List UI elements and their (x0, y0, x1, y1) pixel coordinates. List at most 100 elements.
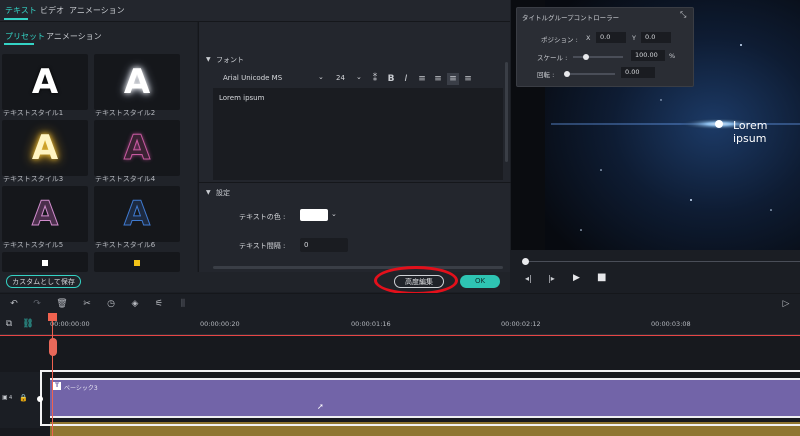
preset-glyph-partial (42, 260, 48, 266)
preset-thumbnail-2[interactable]: A (94, 54, 180, 110)
scrub-track[interactable] (525, 261, 800, 262)
step-forward-icon[interactable]: |▸ (548, 274, 555, 283)
tick-label: 00:00:03:08 (651, 320, 691, 328)
scale-slider-knob[interactable] (583, 54, 589, 60)
redo-icon[interactable]: ↷ (31, 298, 43, 310)
cut-icon[interactable]: ✂ (81, 298, 93, 310)
preset-thumbnail-1[interactable]: A (2, 54, 88, 110)
preset-panel: プリセット アニメーション A テキストスタイル1 A テキストスタイル2 A … (0, 22, 197, 272)
rotate-label: 回転 : (537, 71, 555, 79)
tick-label: 00:00:01:16 (351, 320, 391, 328)
rotate-slider-track[interactable] (565, 73, 615, 75)
tick-label: 00:00:00:20 (200, 320, 240, 328)
playhead-line[interactable] (52, 313, 53, 436)
tick-label: 00:00:02:12 (501, 320, 541, 328)
scale-label: スケール : (537, 54, 568, 62)
preset-label: テキストスタイル6 (95, 241, 156, 249)
bold-icon[interactable]: B (385, 73, 397, 85)
text-content-area[interactable]: Lorem ipsum (213, 88, 503, 180)
horizontal-scrollbar[interactable] (213, 266, 503, 269)
preset-label: テキストスタイル4 (95, 175, 156, 183)
settings-section-title: 設定 (216, 189, 230, 197)
add-track-icon[interactable]: ⧉ (3, 318, 15, 330)
timeline-toolbar: ↶ ↷ 🗑 ✂ ◷ ◈ ⚟ ⫼ ▷ (0, 293, 800, 313)
track-number: 4 (9, 395, 13, 401)
link-icon[interactable]: ⛓ (22, 318, 34, 330)
tab-animation[interactable]: アニメーション (69, 5, 125, 16)
track-type-icon: ▣ (2, 394, 8, 401)
adjust-icon[interactable]: ⚟ (153, 298, 165, 310)
preset-label: テキストスタイル1 (3, 109, 64, 117)
x-label: X (586, 34, 591, 42)
playhead-marker[interactable] (49, 338, 57, 356)
title-group-controller[interactable]: タイトルグループコントローラー ⤡ ポジション : X 0.0 Y 0.0 スケ… (516, 7, 694, 87)
subtab-animation[interactable]: アニメーション (46, 31, 102, 42)
playhead-handle[interactable] (48, 313, 57, 321)
font-size-chevron-icon[interactable]: ⌄ (356, 73, 362, 81)
delete-icon[interactable]: 🗑 (56, 298, 68, 310)
timeline-tracks: ▣ 4 🔒 T ベーシック3 ➚ (0, 335, 800, 436)
color-chevron-icon[interactable]: ⌄ (331, 210, 337, 218)
preset-glyph-partial (134, 260, 140, 266)
collapse-settings-icon[interactable]: ▼ (206, 189, 211, 196)
stop-icon[interactable]: ■ (597, 272, 606, 283)
render-icon[interactable]: ▷ (780, 298, 792, 310)
tab-video[interactable]: ビデオ (40, 5, 64, 16)
undo-icon[interactable]: ↶ (8, 298, 20, 310)
preset-thumbnail-6[interactable]: A (94, 186, 180, 242)
align-left-icon[interactable]: ≡ (416, 73, 428, 85)
scrub-knob[interactable] (522, 258, 529, 265)
preset-thumbnail-5[interactable]: A (2, 186, 88, 242)
rotate-slider-knob[interactable] (564, 71, 570, 77)
step-back-icon[interactable]: ◂| (525, 274, 532, 283)
preview-overlay-text: Lorem ipsum (733, 119, 768, 145)
position-x-input[interactable]: 0.0 (596, 32, 626, 43)
speed-icon[interactable]: ◷ (105, 298, 117, 310)
align-right-icon[interactable]: ≡ (432, 73, 444, 85)
keyframe-icon[interactable]: ◈ (129, 298, 141, 310)
preset-label: テキストスタイル2 (95, 109, 156, 117)
preset-label: テキストスタイル3 (3, 175, 64, 183)
timeline-ruler[interactable]: ⧉ ⛓ 00:00:00:00 00:00:00:20 00:00:01:16 … (0, 313, 800, 335)
position-y-input[interactable]: 0.0 (641, 32, 671, 43)
scale-unit: % (669, 52, 676, 60)
ok-button[interactable]: OK (460, 275, 500, 288)
font-family-select[interactable]: Arial Unicode MS (223, 74, 282, 82)
save-as-custom-button[interactable]: カスタムとして保存 (6, 275, 81, 288)
rotate-input[interactable]: 0.00 (621, 67, 655, 78)
panel-scrollbar[interactable] (505, 62, 508, 162)
text-content: Lorem ipsum (219, 94, 265, 102)
preset-glyph: A (31, 62, 59, 102)
preset-thumbnail-3[interactable]: A (2, 120, 88, 176)
text-color-label: テキストの色 : (239, 213, 286, 221)
preset-thumbnail-7[interactable] (2, 252, 88, 272)
lock-icon[interactable]: 🔒 (19, 394, 28, 402)
collapse-font-icon[interactable]: ▼ (206, 56, 211, 63)
align-center-icon[interactable]: ≡ (447, 73, 459, 85)
track-header: ▣ 4 🔒 (0, 372, 40, 428)
work-area-line (0, 335, 800, 336)
play-icon[interactable]: ▶ (573, 273, 580, 283)
italic-icon[interactable]: I (400, 73, 412, 85)
scale-slider-track[interactable] (573, 56, 623, 58)
justify-icon[interactable]: ≡ (462, 73, 474, 85)
preset-thumbnail-8[interactable] (94, 252, 180, 272)
text-color-swatch[interactable] (300, 209, 328, 221)
annotation-highlight-ring (374, 266, 458, 295)
trim-handle[interactable] (37, 396, 43, 402)
preset-thumbnail-4[interactable]: A (94, 120, 180, 176)
scale-input[interactable]: 100.00 (631, 50, 665, 61)
text-spacing-label: テキスト間隔 : (239, 242, 286, 250)
font-section-title: フォント (216, 56, 244, 64)
audio-icon[interactable]: ⫼ (177, 298, 189, 310)
font-size-select[interactable]: 24 (336, 74, 345, 82)
text-spacing-value: 0 (304, 241, 309, 249)
subtab-presets[interactable]: プリセット (5, 31, 45, 42)
text-tool-icon[interactable]: ⁑ (369, 73, 381, 85)
font-family-chevron-icon[interactable]: ⌄ (318, 73, 324, 81)
collapse-icon[interactable]: ⤡ (680, 10, 686, 20)
tab-text[interactable]: テキスト (5, 5, 37, 16)
text-settings-panel: ▼ フォント Arial Unicode MS ⌄ 24 ⌄ ⁑ B I ≡ ≡… (198, 22, 511, 272)
preset-glyph: A (31, 128, 59, 168)
text-spacing-input[interactable]: 0 (300, 238, 348, 252)
